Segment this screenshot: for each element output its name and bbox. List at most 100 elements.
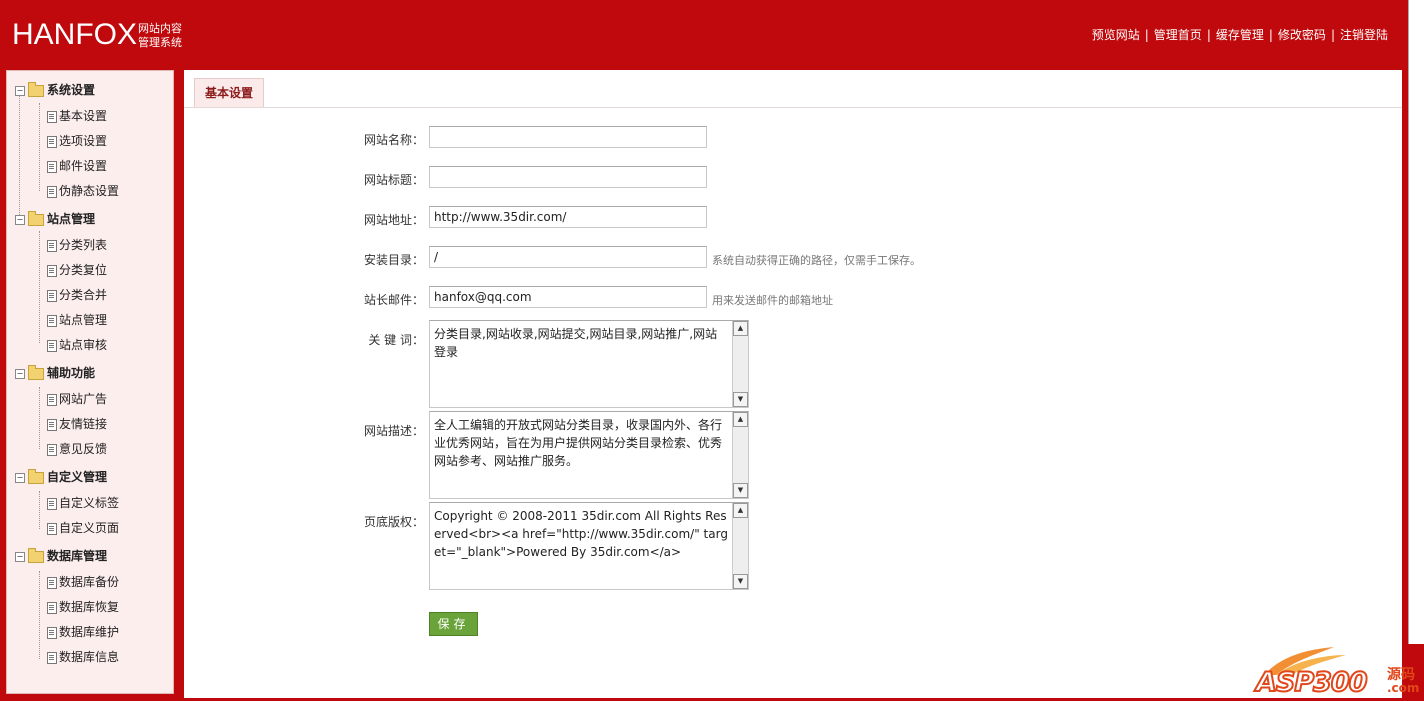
document-icon (47, 522, 57, 535)
scroll-down-icon[interactable]: ▼ (733, 483, 748, 498)
document-icon (47, 601, 57, 614)
sidebar-group-system-settings[interactable]: − 系统设置 (15, 79, 95, 101)
sidebar-item-db-info[interactable]: 数据库信息 (47, 647, 119, 667)
sidebar-item-label: 邮件设置 (59, 159, 108, 173)
install-dir-input[interactable]: / (429, 246, 707, 268)
sidebar-group-auxiliary[interactable]: − 辅助功能 (15, 362, 95, 384)
logo: HANFOX (12, 18, 138, 51)
sidebar-item-label: 数据库维护 (59, 625, 120, 639)
document-icon (47, 264, 57, 277)
logo-subtitle-line-2: 管理系统 (138, 36, 182, 49)
sidebar-item-site-review[interactable]: 站点审核 (47, 335, 107, 355)
nav-admin-home[interactable]: 管理首页 (1154, 28, 1202, 42)
sidebar-item-label: 意见反馈 (59, 442, 108, 456)
textarea-scrollbar[interactable]: ▲ ▼ (732, 321, 748, 407)
sidebar-item-feedback[interactable]: 意见反馈 (47, 439, 107, 459)
document-icon (47, 651, 57, 664)
sidebar-group-custom[interactable]: − 自定义管理 (15, 466, 107, 488)
site-name-input[interactable] (429, 126, 707, 148)
nav-logout[interactable]: 注销登陆 (1340, 28, 1388, 42)
document-icon (47, 576, 57, 589)
collapse-icon[interactable]: − (15, 368, 25, 379)
sidebar-group-label: 自定义管理 (47, 470, 108, 484)
sidebar-item-label: 基本设置 (59, 109, 108, 123)
keywords-textarea[interactable]: 分类目录,网站收录,网站提交,网站目录,网站推广,网站登录 ▲ ▼ (429, 320, 749, 408)
sidebar-item-db-maintain[interactable]: 数据库维护 (47, 622, 119, 642)
keywords-text: 分类目录,网站收录,网站提交,网站目录,网站推广,网站登录 (434, 327, 718, 359)
scroll-down-icon[interactable]: ▼ (733, 392, 748, 407)
sidebar-item-db-restore[interactable]: 数据库恢复 (47, 597, 119, 617)
sidebar-item-label: 选项设置 (59, 134, 108, 148)
save-button[interactable]: 保存 (429, 612, 478, 636)
site-url-input[interactable]: http://www.35dir.com/ (429, 206, 707, 228)
sidebar-item-mail-settings[interactable]: 邮件设置 (47, 156, 107, 176)
tree-line (39, 103, 40, 191)
site-name-label: 网站名称： (364, 133, 425, 147)
admin-email-input[interactable]: hanfox@qq.com (429, 286, 707, 308)
document-icon (47, 497, 57, 510)
install-dir-label: 安装目录： (364, 253, 425, 267)
collapse-icon[interactable]: − (15, 551, 25, 562)
sidebar-item-option-settings[interactable]: 选项设置 (47, 131, 107, 151)
scroll-up-icon[interactable]: ▲ (733, 321, 748, 336)
site-title-input[interactable] (429, 166, 707, 188)
tree-line (39, 387, 40, 449)
sidebar-group-label: 数据库管理 (47, 549, 108, 563)
top-nav: 预览网站 | 管理首页 | 缓存管理 | 修改密码 | 注销登陆 (1092, 26, 1388, 43)
textarea-scrollbar[interactable]: ▲ ▼ (732, 412, 748, 498)
document-icon (47, 626, 57, 639)
sidebar-item-site-manage[interactable]: 站点管理 (47, 310, 107, 330)
copyright-textarea[interactable]: Copyright © 2008-2011 35dir.com All Righ… (429, 502, 749, 590)
document-icon (47, 185, 57, 198)
folder-open-icon (28, 210, 44, 226)
sidebar-item-site-ads[interactable]: 网站广告 (47, 389, 107, 409)
sidebar-item-label: 数据库信息 (59, 650, 120, 664)
tab-bar: 基本设置 (184, 70, 1402, 108)
nav-cache-manage[interactable]: 缓存管理 (1216, 28, 1264, 42)
header: HANFOX 网站内容 管理系统 预览网站 | 管理首页 | 缓存管理 | 修改密码 | 注销登… (0, 0, 1424, 70)
collapse-icon[interactable]: − (15, 85, 25, 96)
sidebar-group-site-management[interactable]: − 站点管理 (15, 208, 95, 230)
copyright-label: 页底版权： (364, 515, 425, 529)
window-scrollbar[interactable] (1408, 0, 1424, 644)
textarea-scrollbar[interactable]: ▲ ▼ (732, 503, 748, 589)
scroll-up-icon[interactable]: ▲ (733, 503, 748, 518)
sidebar-item-label: 站点审核 (59, 338, 108, 352)
sidebar-item-label: 自定义页面 (59, 521, 120, 535)
sidebar-item-db-backup[interactable]: 数据库备份 (47, 572, 119, 592)
folder-open-icon (28, 468, 44, 484)
logo-subtitle: 网站内容 管理系统 (138, 22, 182, 50)
sidebar: − 系统设置 基本设置 选项设置 邮件设置 伪静态设置 − 站点管理 分类列表 分类… (6, 70, 174, 694)
sidebar-item-label: 友情链接 (59, 417, 108, 431)
sidebar-item-label: 数据库恢复 (59, 600, 120, 614)
tab-basic-settings[interactable]: 基本设置 (194, 78, 265, 107)
sidebar-item-custom-pages[interactable]: 自定义页面 (47, 518, 119, 538)
sidebar-item-category-list[interactable]: 分类列表 (47, 235, 107, 255)
sidebar-item-category-merge[interactable]: 分类合并 (47, 285, 107, 305)
sidebar-item-basic-settings[interactable]: 基本设置 (47, 106, 107, 126)
folder-open-icon (28, 364, 44, 380)
keywords-label: 关 键 词： (368, 333, 424, 347)
scroll-down-icon[interactable]: ▼ (733, 574, 748, 589)
sidebar-item-friend-links[interactable]: 友情链接 (47, 414, 107, 434)
nav-preview-site[interactable]: 预览网站 (1092, 28, 1140, 42)
nav-change-password[interactable]: 修改密码 (1278, 28, 1326, 42)
collapse-icon[interactable]: − (15, 472, 25, 483)
document-icon (47, 110, 57, 123)
sidebar-item-category-reset[interactable]: 分类复位 (47, 260, 107, 280)
sidebar-item-custom-tags[interactable]: 自定义标签 (47, 493, 119, 513)
sidebar-group-database[interactable]: − 数据库管理 (15, 545, 107, 567)
sidebar-item-label: 自定义标签 (59, 496, 120, 510)
document-icon (47, 239, 57, 252)
description-textarea[interactable]: 全人工编辑的开放式网站分类目录，收录国内外、各行业优秀网站，旨在为用户提供网站分… (429, 411, 749, 499)
sidebar-item-rewrite-settings[interactable]: 伪静态设置 (47, 181, 119, 201)
document-icon (47, 393, 57, 406)
watermark-domain: .com (1387, 681, 1420, 695)
sidebar-item-label: 分类合并 (59, 288, 108, 302)
watermark-text: ASP300 (1255, 666, 1368, 699)
folder-open-icon (28, 547, 44, 563)
collapse-icon[interactable]: − (15, 214, 25, 225)
document-icon (47, 443, 57, 456)
scroll-up-icon[interactable]: ▲ (733, 412, 748, 427)
document-icon (47, 289, 57, 302)
